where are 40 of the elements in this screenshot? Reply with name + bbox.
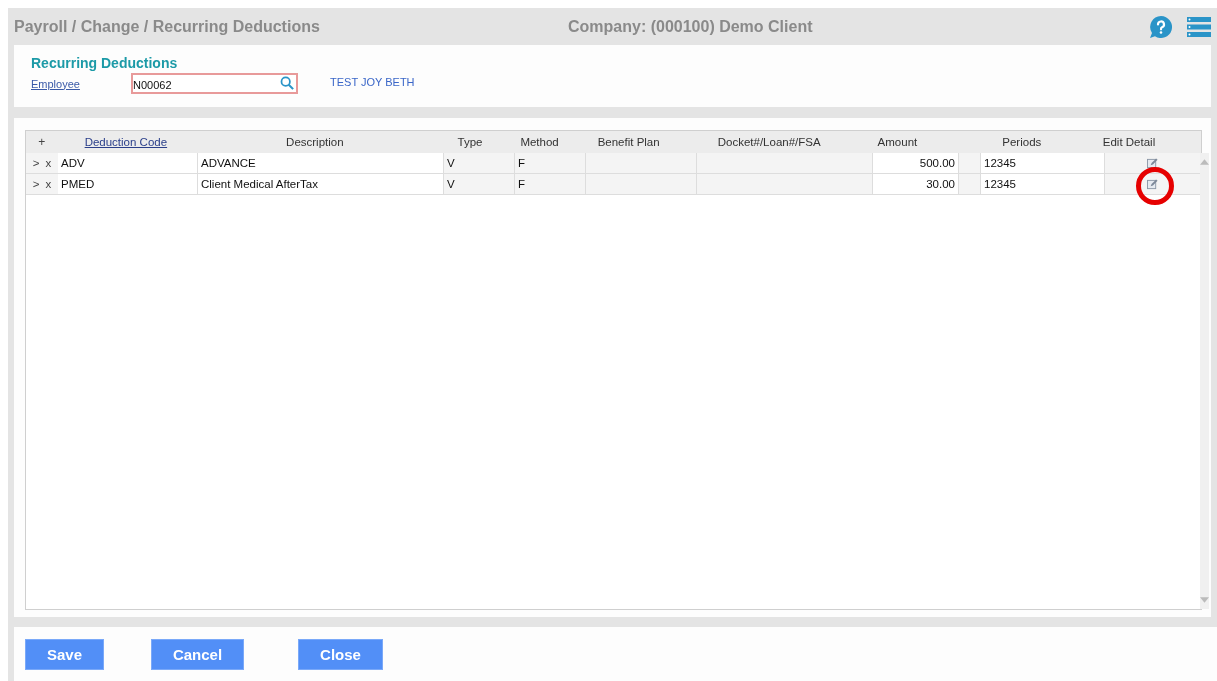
- search-icon[interactable]: [280, 76, 294, 90]
- edit-icon[interactable]: [1147, 178, 1158, 190]
- column-header: Edit Detail: [1101, 136, 1157, 148]
- table-cell: F: [515, 174, 586, 194]
- help-icon[interactable]: [1149, 14, 1173, 39]
- column-header: Type: [456, 136, 484, 148]
- column-header: Docket#/Loan#/FSA: [716, 136, 822, 148]
- employee-link[interactable]: Employee: [31, 77, 131, 90]
- menu-icon[interactable]: [1187, 16, 1211, 37]
- table-cell: V: [444, 174, 515, 194]
- add-row-button[interactable]: +: [26, 135, 58, 149]
- table-cell: V: [444, 153, 515, 173]
- employee-field[interactable]: N00062: [131, 73, 298, 94]
- column-header: Amount: [876, 136, 919, 148]
- company-label: Company: (000100) Demo Client: [568, 17, 813, 36]
- column-header-link[interactable]: Deduction Code: [57, 136, 195, 148]
- table-cell[interactable]: Client Medical AfterTax: [198, 174, 444, 194]
- scroll-up-icon[interactable]: [1200, 159, 1209, 165]
- table-cell[interactable]: 500.00: [873, 153, 959, 173]
- scrollbar[interactable]: [1200, 153, 1209, 609]
- table-cell[interactable]: ADVANCE: [198, 153, 444, 173]
- column-header: Benefit Plan: [596, 136, 661, 148]
- breadcrumb-title: Payroll / Change / Recurring Deductions: [14, 17, 320, 36]
- table-cell: F: [515, 153, 586, 173]
- expand-button[interactable]: >: [32, 178, 40, 190]
- table-cell[interactable]: 12345: [981, 174, 1105, 194]
- table-cell[interactable]: 12345: [981, 153, 1105, 173]
- column-header: Method: [519, 136, 560, 148]
- edit-icon[interactable]: [1147, 157, 1158, 169]
- expand-button[interactable]: >: [32, 157, 40, 169]
- delete-button[interactable]: x: [45, 178, 52, 190]
- section-title: Recurring Deductions: [31, 55, 179, 71]
- table-cell[interactable]: 30.00: [873, 174, 959, 194]
- table-cell[interactable]: ADV: [58, 153, 198, 173]
- column-header: Periods: [1001, 136, 1043, 148]
- delete-button[interactable]: x: [45, 157, 52, 169]
- column-header: Description: [285, 136, 345, 148]
- table-cell[interactable]: PMED: [58, 174, 198, 194]
- employee-name: TEST JOY BETH: [330, 75, 415, 88]
- scroll-down-icon[interactable]: [1200, 597, 1209, 603]
